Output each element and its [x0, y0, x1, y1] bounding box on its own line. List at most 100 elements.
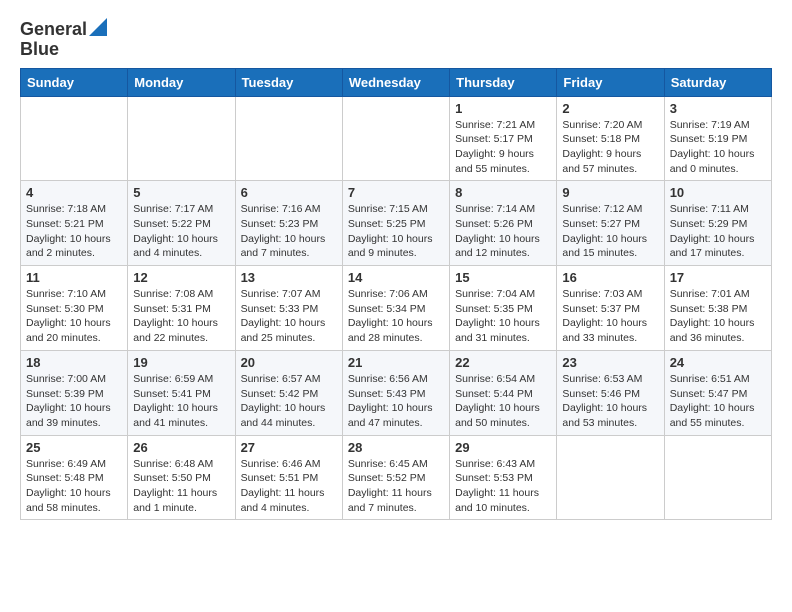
day-info: Sunrise: 7:20 AM Sunset: 5:18 PM Dayligh… [562, 118, 658, 177]
calendar-header-wednesday: Wednesday [342, 68, 449, 96]
day-info: Sunrise: 7:07 AM Sunset: 5:33 PM Dayligh… [241, 287, 337, 346]
day-info: Sunrise: 7:14 AM Sunset: 5:26 PM Dayligh… [455, 202, 551, 261]
day-info: Sunrise: 7:11 AM Sunset: 5:29 PM Dayligh… [670, 202, 766, 261]
day-info: Sunrise: 7:04 AM Sunset: 5:35 PM Dayligh… [455, 287, 551, 346]
calendar-cell: 24 Sunrise: 6:51 AM Sunset: 5:47 PM Dayli… [664, 350, 771, 435]
calendar-cell [557, 435, 664, 520]
day-info: Sunrise: 7:01 AM Sunset: 5:38 PM Dayligh… [670, 287, 766, 346]
calendar-cell: 26 Sunrise: 6:48 AM Sunset: 5:50 PM Dayli… [128, 435, 235, 520]
day-number: 18 [26, 355, 122, 370]
day-info: Sunrise: 6:45 AM Sunset: 5:52 PM Dayligh… [348, 457, 444, 516]
calendar-cell [664, 435, 771, 520]
day-number: 21 [348, 355, 444, 370]
calendar-cell: 9 Sunrise: 7:12 AM Sunset: 5:27 PM Daylig… [557, 181, 664, 266]
calendar-cell: 20 Sunrise: 6:57 AM Sunset: 5:42 PM Dayli… [235, 350, 342, 435]
day-info: Sunrise: 7:18 AM Sunset: 5:21 PM Dayligh… [26, 202, 122, 261]
day-number: 4 [26, 185, 122, 200]
day-number: 3 [670, 101, 766, 116]
calendar-cell: 6 Sunrise: 7:16 AM Sunset: 5:23 PM Daylig… [235, 181, 342, 266]
day-number: 13 [241, 270, 337, 285]
calendar-cell: 11 Sunrise: 7:10 AM Sunset: 5:30 PM Dayli… [21, 266, 128, 351]
day-number: 7 [348, 185, 444, 200]
day-number: 22 [455, 355, 551, 370]
calendar-cell [235, 96, 342, 181]
day-number: 24 [670, 355, 766, 370]
day-number: 23 [562, 355, 658, 370]
calendar-cell: 12Sunrise: 7:08 AM Sunset: 5:31 PM Dayli… [128, 266, 235, 351]
calendar-header-saturday: Saturday [664, 68, 771, 96]
calendar-cell [21, 96, 128, 181]
calendar-cell: 15 Sunrise: 7:04 AM Sunset: 5:35 PM Dayli… [450, 266, 557, 351]
day-number: 5 [133, 185, 229, 200]
calendar-cell: 27Sunrise: 6:46 AM Sunset: 5:51 PM Dayli… [235, 435, 342, 520]
day-info: Sunrise: 6:43 AM Sunset: 5:53 PM Dayligh… [455, 457, 551, 516]
day-number: 19 [133, 355, 229, 370]
day-info: Sunrise: 6:48 AM Sunset: 5:50 PM Dayligh… [133, 457, 229, 516]
day-info: Sunrise: 6:54 AM Sunset: 5:44 PM Dayligh… [455, 372, 551, 431]
day-info: Sunrise: 7:19 AM Sunset: 5:19 PM Dayligh… [670, 118, 766, 177]
day-number: 15 [455, 270, 551, 285]
day-info: Sunrise: 6:56 AM Sunset: 5:43 PM Dayligh… [348, 372, 444, 431]
calendar-cell: 21 Sunrise: 6:56 AM Sunset: 5:43 PM Dayli… [342, 350, 449, 435]
calendar-cell: 13 Sunrise: 7:07 AM Sunset: 5:33 PM Dayli… [235, 266, 342, 351]
calendar-cell: 29 Sunrise: 6:43 AM Sunset: 5:53 PM Dayli… [450, 435, 557, 520]
day-number: 25 [26, 440, 122, 455]
calendar-cell: 7Sunrise: 7:15 AM Sunset: 5:25 PM Daylig… [342, 181, 449, 266]
day-number: 26 [133, 440, 229, 455]
day-info: Sunrise: 7:06 AM Sunset: 5:34 PM Dayligh… [348, 287, 444, 346]
day-info: Sunrise: 7:16 AM Sunset: 5:23 PM Dayligh… [241, 202, 337, 261]
day-number: 14 [348, 270, 444, 285]
day-number: 9 [562, 185, 658, 200]
calendar-week-row: 11 Sunrise: 7:10 AM Sunset: 5:30 PM Dayli… [21, 266, 772, 351]
calendar-header-thursday: Thursday [450, 68, 557, 96]
day-info: Sunrise: 6:51 AM Sunset: 5:47 PM Dayligh… [670, 372, 766, 431]
calendar-header-friday: Friday [557, 68, 664, 96]
calendar-cell: 2 Sunrise: 7:20 AM Sunset: 5:18 PM Daylig… [557, 96, 664, 181]
day-number: 6 [241, 185, 337, 200]
day-number: 29 [455, 440, 551, 455]
calendar-table: SundayMondayTuesdayWednesdayThursdayFrid… [20, 68, 772, 521]
day-info: Sunrise: 7:12 AM Sunset: 5:27 PM Dayligh… [562, 202, 658, 261]
calendar-header-sunday: Sunday [21, 68, 128, 96]
calendar-cell: 4 Sunrise: 7:18 AM Sunset: 5:21 PM Daylig… [21, 181, 128, 266]
day-number: 8 [455, 185, 551, 200]
calendar-week-row: 4 Sunrise: 7:18 AM Sunset: 5:21 PM Daylig… [21, 181, 772, 266]
day-number: 10 [670, 185, 766, 200]
day-info: Sunrise: 6:53 AM Sunset: 5:46 PM Dayligh… [562, 372, 658, 431]
calendar-header-monday: Monday [128, 68, 235, 96]
calendar-cell: 17 Sunrise: 7:01 AM Sunset: 5:38 PM Dayli… [664, 266, 771, 351]
calendar-week-row: 18Sunrise: 7:00 AM Sunset: 5:39 PM Dayli… [21, 350, 772, 435]
day-info: Sunrise: 6:59 AM Sunset: 5:41 PM Dayligh… [133, 372, 229, 431]
calendar-cell: 28 Sunrise: 6:45 AM Sunset: 5:52 PM Dayli… [342, 435, 449, 520]
calendar-cell: 1 Sunrise: 7:21 AM Sunset: 5:17 PM Daylig… [450, 96, 557, 181]
calendar-cell [342, 96, 449, 181]
logo-text-general: General [20, 20, 87, 40]
day-number: 16 [562, 270, 658, 285]
calendar-week-row: 25Sunrise: 6:49 AM Sunset: 5:48 PM Dayli… [21, 435, 772, 520]
day-info: Sunrise: 7:10 AM Sunset: 5:30 PM Dayligh… [26, 287, 122, 346]
day-info: Sunrise: 7:08 AM Sunset: 5:31 PM Dayligh… [133, 287, 229, 346]
calendar-cell: 10 Sunrise: 7:11 AM Sunset: 5:29 PM Dayli… [664, 181, 771, 266]
calendar-cell: 19 Sunrise: 6:59 AM Sunset: 5:41 PM Dayli… [128, 350, 235, 435]
day-info: Sunrise: 7:17 AM Sunset: 5:22 PM Dayligh… [133, 202, 229, 261]
day-info: Sunrise: 7:21 AM Sunset: 5:17 PM Dayligh… [455, 118, 551, 177]
calendar-cell: 14 Sunrise: 7:06 AM Sunset: 5:34 PM Dayli… [342, 266, 449, 351]
day-number: 20 [241, 355, 337, 370]
day-info: Sunrise: 7:03 AM Sunset: 5:37 PM Dayligh… [562, 287, 658, 346]
day-number: 11 [26, 270, 122, 285]
calendar-cell: 25Sunrise: 6:49 AM Sunset: 5:48 PM Dayli… [21, 435, 128, 520]
day-number: 2 [562, 101, 658, 116]
calendar-cell: 3 Sunrise: 7:19 AM Sunset: 5:19 PM Daylig… [664, 96, 771, 181]
day-info: Sunrise: 6:57 AM Sunset: 5:42 PM Dayligh… [241, 372, 337, 431]
calendar-cell: 22 Sunrise: 6:54 AM Sunset: 5:44 PM Dayli… [450, 350, 557, 435]
day-number: 1 [455, 101, 551, 116]
page-header: General Blue [20, 16, 772, 60]
day-info: Sunrise: 6:46 AM Sunset: 5:51 PM Dayligh… [241, 457, 337, 516]
calendar-header-row: SundayMondayTuesdayWednesdayThursdayFrid… [21, 68, 772, 96]
calendar-cell: 5 Sunrise: 7:17 AM Sunset: 5:22 PM Daylig… [128, 181, 235, 266]
calendar-cell: 18Sunrise: 7:00 AM Sunset: 5:39 PM Dayli… [21, 350, 128, 435]
logo-icon [89, 16, 107, 36]
day-number: 28 [348, 440, 444, 455]
day-number: 17 [670, 270, 766, 285]
calendar-header-tuesday: Tuesday [235, 68, 342, 96]
